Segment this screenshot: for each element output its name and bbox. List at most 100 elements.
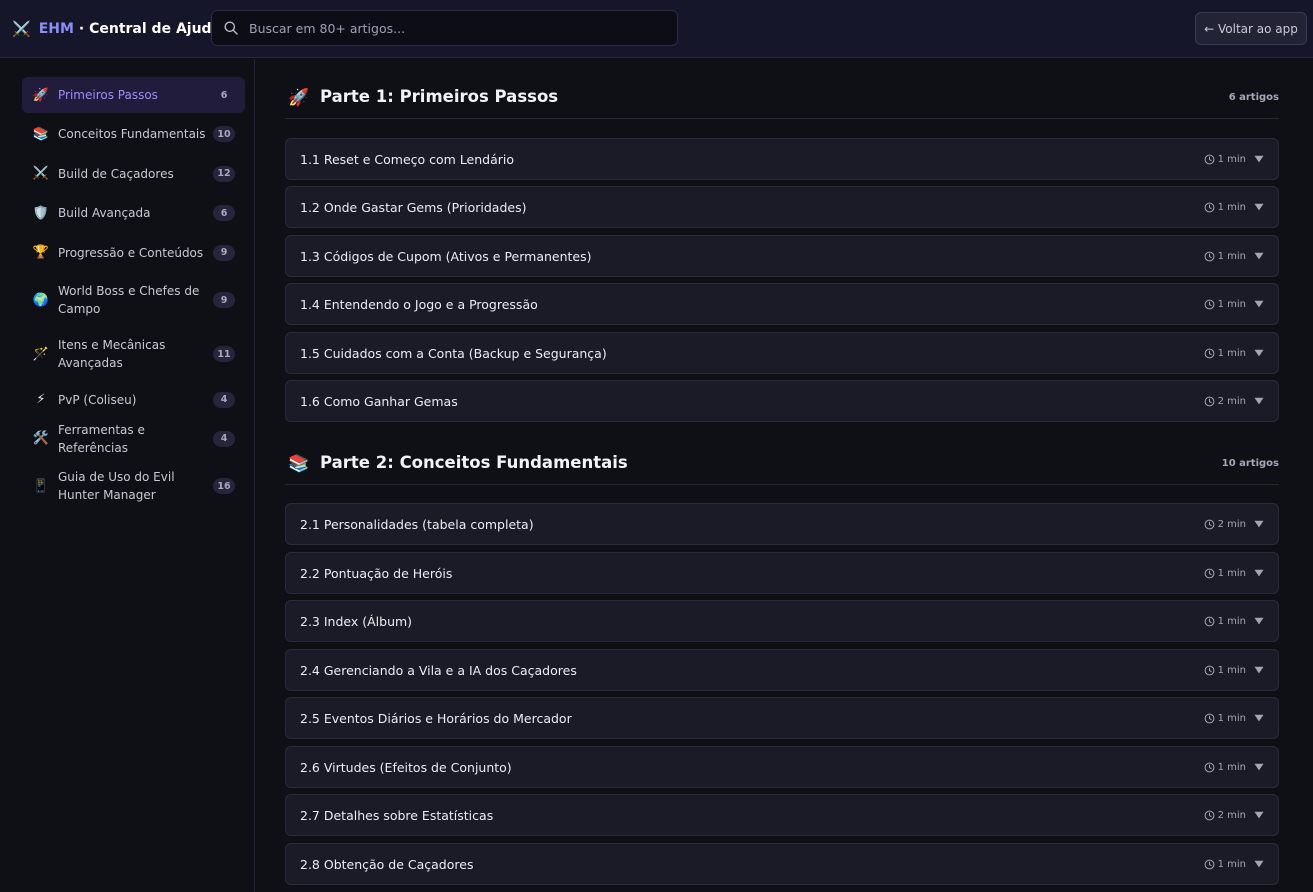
sidebar-item-10[interactable]: 📱 Guia de Uso do Evil Hunter Manager 16 — [22, 462, 245, 510]
article-item[interactable]: 2.2 Pontuação de Heróis 1 min — [285, 552, 1279, 594]
chevron-down-icon[interactable] — [1254, 252, 1264, 260]
article-item[interactable]: 1.6 Como Ganhar Gemas 2 min — [285, 380, 1279, 422]
article-title: 1.1 Reset e Começo com Lendário — [300, 151, 515, 167]
article-item[interactable]: 1.1 Reset e Começo com Lendário 1 min — [285, 138, 1279, 180]
chevron-down-icon[interactable] — [1254, 349, 1264, 357]
chevron-down-icon[interactable] — [1254, 860, 1264, 868]
sidebar-item-count: 12 — [213, 165, 235, 182]
search-icon — [224, 21, 238, 35]
read-time: 1 min — [1217, 347, 1246, 359]
clock-icon — [1204, 762, 1214, 772]
top-bar: ⚔️ EHM · Central de Ajuda ← Voltar ao ap… — [0, 0, 1313, 58]
read-time: 1 min — [1217, 250, 1246, 262]
sidebar-item-count: 11 — [213, 346, 235, 362]
read-time: 2 min — [1217, 518, 1246, 530]
chevron-down-icon[interactable] — [1254, 203, 1264, 211]
clock-icon — [1204, 665, 1214, 675]
chevron-down-icon[interactable] — [1254, 155, 1264, 163]
sidebar-item-count: 4 — [213, 391, 235, 408]
article-item[interactable]: 1.3 Códigos de Cupom (Ativos e Permanent… — [285, 235, 1279, 277]
article-title: 1.6 Como Ganhar Gemas — [300, 393, 458, 409]
article-item[interactable]: 1.5 Cuidados com a Conta (Backup e Segur… — [285, 332, 1279, 374]
chevron-down-icon[interactable] — [1254, 714, 1264, 722]
article-item[interactable]: 1.2 Onde Gastar Gems (Prioridades) 1 min — [285, 186, 1279, 228]
brand[interactable]: ⚔️ EHM · Central de Ajuda — [12, 18, 221, 40]
sidebar-item-label: World Boss e Chefes de Campo — [58, 284, 200, 316]
read-time: 1 min — [1217, 712, 1246, 724]
clock-icon — [1204, 396, 1214, 406]
read-time: 1 min — [1217, 567, 1246, 579]
sidebar-item-label: Build Avançada — [58, 206, 151, 220]
chevron-down-icon[interactable] — [1254, 397, 1264, 405]
clock-icon — [1204, 859, 1214, 869]
sidebar-item-3[interactable]: ⚔️ Build de Caçadores 12 — [22, 155, 245, 192]
clock-icon — [1204, 713, 1214, 723]
article-title: 1.2 Onde Gastar Gems (Prioridades) — [300, 199, 527, 215]
sidebar-item-label: Itens e Mecânicas Avançadas — [58, 338, 166, 370]
section-count: 10 artigos — [1221, 458, 1279, 469]
back-to-app-button[interactable]: ← Voltar ao app — [1195, 12, 1307, 45]
article-item[interactable]: 1.4 Entendendo o Jogo e a Progressão 1 mi… — [285, 283, 1279, 325]
article-item[interactable]: 2.7 Detalhes sobre Estatísticas 2 min — [285, 794, 1279, 836]
article-title: 2.3 Index (Álbum) — [300, 613, 413, 629]
sidebar-item-count: 4 — [213, 430, 235, 447]
read-time: 1 min — [1217, 153, 1246, 165]
clock-icon — [1204, 616, 1214, 626]
sidebar-item-5[interactable]: 🏆 Progressão e Conteúdos 9 — [22, 234, 245, 271]
chevron-down-icon[interactable] — [1254, 569, 1264, 577]
chevron-down-icon[interactable] — [1254, 666, 1264, 674]
article-item[interactable]: 2.6 Virtudes (Efeitos de Conjunto) 1 min — [285, 746, 1279, 788]
section-title: Parte 2: Conceitos Fundamentais — [320, 453, 628, 472]
article-item[interactable]: 2.1 Personalidades (tabela completa) 2 mi… — [285, 503, 1279, 545]
article-item[interactable]: 2.4 Gerenciando a Vila e a IA dos Caçado… — [285, 649, 1279, 691]
sidebar-item-2[interactable]: 📚 Conceitos Fundamentais 10 — [22, 116, 245, 152]
chevron-down-icon[interactable] — [1254, 617, 1264, 625]
search-input[interactable] — [249, 20, 677, 36]
sidebar-item-label: Guia de Uso do Evil Hunter Manager — [58, 470, 175, 502]
article-title: 2.4 Gerenciando a Vila e a IA dos Caçado… — [300, 662, 577, 678]
article-item[interactable]: 2.3 Index (Álbum) 1 min — [285, 600, 1279, 642]
clock-icon — [1204, 348, 1214, 358]
article-title: 2.5 Eventos Diários e Horários do Mercad… — [300, 710, 572, 726]
chevron-down-icon[interactable] — [1254, 763, 1264, 771]
shield-icon: 🛡️ — [32, 205, 50, 221]
chevron-down-icon[interactable] — [1254, 300, 1264, 308]
clock-icon — [1204, 299, 1214, 309]
sidebar-item-8[interactable]: ⚡ PvP (Coliseu) 4 — [22, 381, 245, 418]
article-item[interactable]: 2.8 Obtenção de Caçadores 1 min — [285, 843, 1279, 885]
sidebar-item-count: 10 — [213, 126, 235, 142]
sidebar-item-6[interactable]: 🌍 World Boss e Chefes de Campo 9 — [22, 278, 245, 322]
globe-icon: 🌍 — [32, 292, 50, 308]
read-time: 1 min — [1217, 761, 1246, 773]
article-item[interactable]: 2.5 Eventos Diários e Horários do Mercad… — [285, 697, 1279, 739]
sidebar-item-9[interactable]: 🛠️ Ferramentas e Referências 4 — [22, 420, 245, 457]
search-box[interactable] — [211, 10, 678, 46]
books-icon: 📚 — [288, 454, 310, 474]
crossed-swords-icon: ⚔️ — [12, 20, 31, 38]
trophy-icon: 🏆 — [32, 245, 50, 260]
sidebar-item-label: Primeiros Passos — [58, 88, 158, 102]
article-title: 2.8 Obtenção de Caçadores — [300, 856, 474, 872]
tools-icon: 🛠️ — [32, 431, 50, 446]
chevron-down-icon[interactable] — [1254, 811, 1264, 819]
sidebar-item-1[interactable]: 🚀 Primeiros Passos 6 — [22, 77, 245, 113]
read-time: 1 min — [1217, 201, 1246, 213]
clock-icon — [1204, 202, 1214, 212]
sidebar-item-count: 16 — [213, 478, 235, 494]
sidebar-item-7[interactable]: 🪄 Itens e Mecânicas Avançadas 11 — [22, 331, 245, 377]
read-time: 1 min — [1217, 664, 1246, 676]
article-title: 1.3 Códigos de Cupom (Ativos e Permanent… — [300, 248, 592, 264]
read-time: 2 min — [1217, 809, 1246, 821]
brand-title: · Central de Ajuda — [78, 21, 222, 37]
clock-icon — [1204, 251, 1214, 261]
sidebar-item-label: Ferramentas e Referências — [58, 422, 145, 455]
chevron-down-icon[interactable] — [1254, 520, 1264, 528]
sidebar-item-label: Progressão e Conteúdos — [58, 245, 204, 260]
sidebar-item-label: Build de Caçadores — [58, 166, 174, 181]
sidebar-item-4[interactable]: 🛡️ Build Avançada 6 — [22, 195, 245, 231]
sidebar-item-count: 9 — [213, 292, 235, 308]
article-title: 2.6 Virtudes (Efeitos de Conjunto) — [300, 759, 512, 775]
lightning-icon: ⚡ — [36, 392, 46, 407]
article-title: 1.5 Cuidados com a Conta (Backup e Segur… — [300, 345, 607, 361]
sidebar: 🚀 Primeiros Passos 6 📚 Conceitos Fundamentai… — [0, 59, 255, 892]
